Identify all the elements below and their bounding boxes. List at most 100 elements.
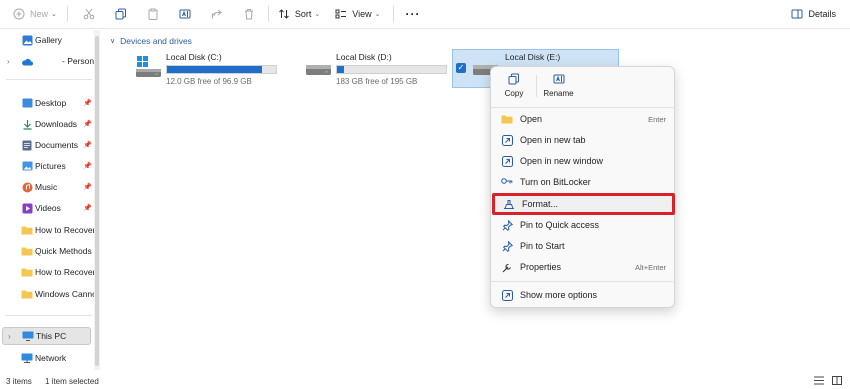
sidebar-item-this-pc[interactable]: › This PC	[2, 327, 91, 345]
rename-button[interactable]	[178, 3, 192, 25]
windows-drive-icon	[134, 56, 162, 78]
sidebar-item-gallery[interactable]: Gallery	[0, 31, 97, 49]
menu-item-pin-start[interactable]: Pin to Start	[495, 236, 672, 256]
pin-icon	[501, 240, 513, 252]
copy-icon	[114, 7, 128, 21]
context-quick-actions: Copy Rename	[491, 67, 676, 103]
status-bar: 3 items 1 item selected	[0, 374, 850, 389]
folder-icon	[21, 245, 33, 257]
menu-item-open-new-tab[interactable]: Open in new tab	[495, 130, 672, 150]
sort-button[interactable]: Sort ⌄	[277, 3, 320, 25]
sidebar-item-label: Documents	[35, 140, 78, 150]
menu-item-show-more-options[interactable]: Show more options	[495, 285, 672, 305]
more-icon: ···	[405, 7, 421, 21]
folder-icon	[21, 288, 33, 300]
sidebar-item-music[interactable]: Music 📌	[0, 178, 97, 196]
sidebar-item-label: How to Recover	[35, 225, 96, 235]
scrollbar-thumb[interactable]	[95, 36, 99, 366]
details-button[interactable]: Details	[790, 3, 836, 25]
chevron-down-icon[interactable]: ∨	[110, 37, 115, 45]
details-pane-icon	[790, 7, 804, 21]
chevron-right-icon[interactable]: ›	[8, 332, 11, 341]
sidebar-item-pictures[interactable]: Pictures 📌	[0, 157, 97, 175]
sidebar-item-documents[interactable]: Documents 📌	[0, 136, 97, 154]
pin-icon[interactable]: 📌	[83, 183, 92, 191]
menu-divider	[491, 281, 676, 282]
menu-item-pin-quick-access[interactable]: Pin to Quick access	[495, 215, 672, 235]
pin-icon[interactable]: 📌	[83, 120, 92, 128]
cut-button[interactable]	[82, 3, 96, 25]
more-options-button[interactable]: ···	[406, 3, 421, 25]
menu-item-label: Pin to Quick access	[520, 220, 600, 230]
menu-item-label: Open in new tab	[520, 135, 586, 145]
chevron-right-icon[interactable]: ›	[7, 57, 10, 66]
menu-item-shortcut: Alt+Enter	[634, 262, 666, 272]
selection-count: 1 item selected	[45, 377, 99, 386]
pin-icon[interactable]: 📌	[83, 162, 92, 170]
sort-label: Sort	[294, 9, 312, 19]
share-icon	[210, 7, 224, 21]
desktop-icon	[21, 97, 33, 109]
sidebar-item-label: Gallery	[35, 35, 62, 45]
menu-item-properties[interactable]: Properties Alt+Enter	[495, 257, 672, 277]
videos-icon	[21, 202, 33, 214]
pin-icon[interactable]: 📌	[83, 99, 92, 107]
drive-c[interactable]: Local Disk (C:) 12.0 GB free of 96.9 GB	[130, 50, 280, 88]
pin-icon[interactable]: 📌	[83, 204, 92, 212]
drive-icon	[304, 56, 332, 78]
sidebar-item-folder[interactable]: How to Recover	[0, 221, 97, 239]
new-button[interactable]: New ⌄	[12, 3, 57, 25]
drive-usage-fill	[337, 66, 344, 73]
sidebar-item-downloads[interactable]: Downloads 📌	[0, 115, 97, 133]
sidebar-scrollbar[interactable]	[94, 30, 100, 370]
new-window-icon	[501, 155, 513, 167]
sidebar-item-label: Pictures	[35, 161, 66, 171]
rename-action-button[interactable]: Rename	[536, 73, 581, 103]
drive-name: Local Disk (D:)	[336, 52, 392, 62]
sidebar-item-folder[interactable]: How to Recover	[0, 263, 97, 281]
sidebar-item-videos[interactable]: Videos 📌	[0, 199, 97, 217]
menu-item-label: Format...	[522, 199, 559, 209]
copy-action-button[interactable]: Copy	[494, 73, 534, 103]
format-drive-icon	[503, 198, 515, 210]
paste-button[interactable]	[146, 3, 160, 25]
sidebar-item-label: This PC	[36, 331, 67, 341]
rename-icon	[553, 73, 565, 85]
sidebar-item-label: How to Recover	[35, 267, 96, 277]
delete-button[interactable]	[242, 3, 256, 25]
details-view-icon[interactable]	[814, 376, 824, 387]
sidebar-item-network[interactable]: Network	[0, 349, 97, 367]
checkbox-checked-icon[interactable]: ✓	[456, 63, 466, 73]
menu-item-format[interactable]: Format...	[492, 193, 675, 215]
toolbar-divider	[267, 6, 269, 22]
sidebar-item-onedrive[interactable]: › - Person	[0, 52, 97, 70]
toolbar-divider	[66, 6, 68, 22]
sidebar-item-label: Windows Canno	[35, 289, 97, 299]
menu-item-bitlocker[interactable]: Turn on BitLocker	[495, 172, 672, 192]
view-button[interactable]: View ⌄	[334, 3, 381, 25]
sidebar-item-folder[interactable]: Windows Canno	[0, 285, 97, 303]
drive-d[interactable]: Local Disk (D:) 183 GB free of 195 GB	[300, 50, 450, 88]
group-header-devices[interactable]: ∨ Devices and drives	[110, 36, 192, 46]
gallery-icon	[21, 34, 33, 46]
copy-icon	[508, 73, 520, 85]
sidebar-item-label: - Person	[62, 56, 95, 66]
sidebar-item-desktop[interactable]: Desktop 📌	[0, 94, 97, 112]
sidebar-item-label: Music	[35, 182, 58, 192]
context-menu: Copy Rename Open Enter Open in new tab O…	[490, 66, 676, 308]
menu-item-label: Open in new window	[520, 156, 604, 166]
key-icon	[501, 176, 513, 188]
sidebar-item-label: Quick Methods	[35, 246, 92, 256]
plus-circle-icon	[12, 7, 26, 21]
copy-button[interactable]	[114, 3, 128, 25]
sidebar-item-folder[interactable]: Quick Methods	[0, 242, 97, 260]
menu-item-open-new-window[interactable]: Open in new window	[495, 151, 672, 171]
pin-icon[interactable]: 📌	[83, 141, 92, 149]
drive-usage-bar	[336, 65, 447, 74]
share-button[interactable]	[210, 3, 224, 25]
pin-icon	[501, 219, 513, 231]
menu-item-open[interactable]: Open Enter	[495, 109, 672, 129]
menu-item-label: Pin to Start	[520, 241, 565, 251]
folder-icon	[21, 224, 33, 236]
tiles-view-icon[interactable]	[832, 376, 842, 387]
